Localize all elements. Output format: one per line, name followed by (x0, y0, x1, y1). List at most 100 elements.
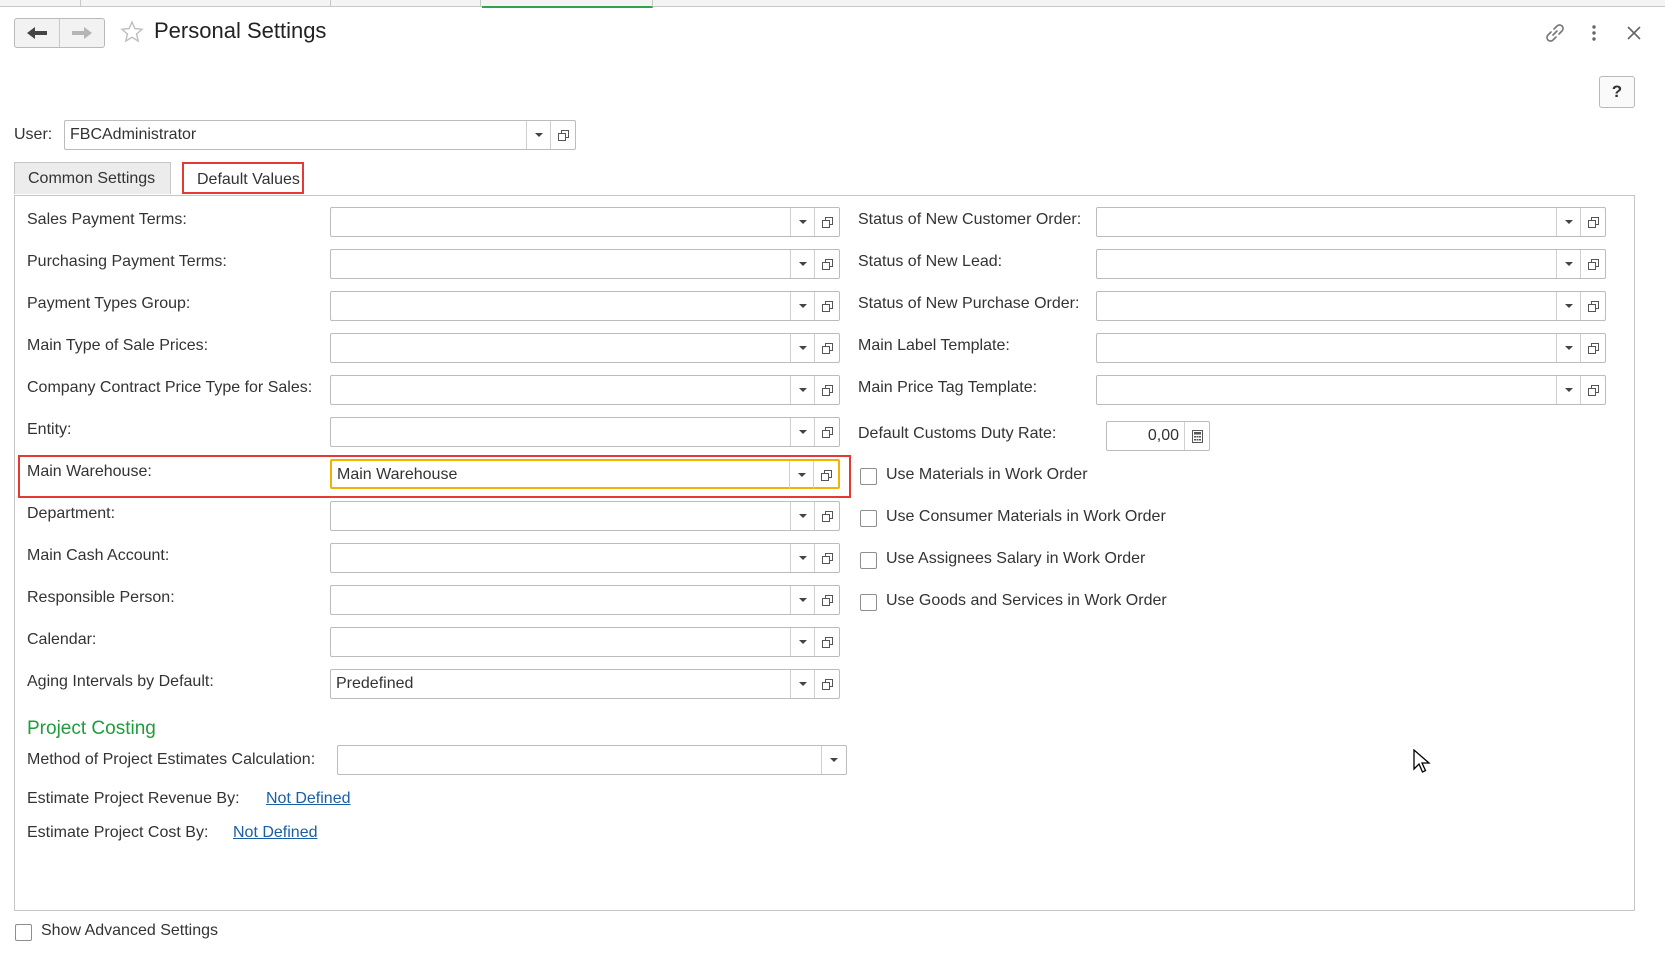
dropdown-icon[interactable] (526, 121, 551, 149)
back-button[interactable] (15, 19, 59, 47)
right-label: Status of New Lead: (858, 253, 1003, 270)
work-order-checkbox[interactable] (860, 510, 877, 527)
window-tab-active[interactable] (482, 0, 653, 8)
star-icon[interactable] (120, 20, 144, 44)
cost-link[interactable]: Not Defined (233, 824, 318, 842)
open-icon[interactable] (1580, 250, 1605, 278)
left-field[interactable] (330, 333, 840, 363)
user-value: FBCAdministrator (70, 126, 197, 143)
open-icon[interactable] (1580, 334, 1605, 362)
right-label: Main Label Template: (858, 337, 1010, 354)
page-title: Personal Settings (154, 18, 327, 43)
dropdown-icon[interactable] (790, 418, 815, 446)
user-field[interactable]: FBCAdministrator (64, 120, 576, 150)
tab-common-settings[interactable]: Common Settings (14, 162, 171, 194)
forward-button[interactable] (59, 19, 104, 47)
dropdown-icon[interactable] (1556, 376, 1581, 404)
left-field[interactable] (330, 249, 840, 279)
open-icon[interactable] (814, 418, 839, 446)
left-field[interactable] (330, 585, 840, 615)
left-field[interactable] (330, 627, 840, 657)
dropdown-icon[interactable] (790, 586, 815, 614)
advanced-label: Show Advanced Settings (41, 922, 219, 939)
right-field[interactable] (1096, 291, 1606, 321)
left-field[interactable] (330, 417, 840, 447)
open-icon[interactable] (550, 121, 575, 149)
link-icon[interactable] (1544, 22, 1566, 44)
left-field[interactable]: Predefined (330, 669, 840, 699)
right-label: Main Price Tag Template: (858, 379, 1038, 396)
dropdown-icon[interactable] (1556, 334, 1581, 362)
left-label: Aging Intervals by Default: (27, 673, 214, 690)
dropdown-icon[interactable] (1556, 250, 1581, 278)
work-order-checkbox-label: Use Materials in Work Order (886, 466, 1088, 483)
method-field[interactable] (337, 745, 847, 775)
open-icon[interactable] (814, 250, 839, 278)
left-label: Payment Types Group: (27, 295, 191, 312)
main-warehouse-highlight (18, 455, 851, 498)
right-field[interactable] (1096, 207, 1606, 237)
left-label: Responsible Person: (27, 589, 175, 606)
left-field[interactable] (330, 543, 840, 573)
left-field[interactable] (330, 291, 840, 321)
help-button[interactable]: ? (1599, 76, 1635, 108)
right-field[interactable] (1096, 375, 1606, 405)
forward-arrow-icon (72, 27, 92, 39)
dropdown-icon[interactable] (790, 208, 815, 236)
method-label: Method of Project Estimates Calculation: (27, 751, 316, 768)
work-order-checkbox-label: Use Assignees Salary in Work Order (886, 550, 1146, 567)
left-label: Entity: (27, 421, 72, 438)
open-icon[interactable] (814, 208, 839, 236)
revenue-label: Estimate Project Revenue By: (27, 790, 240, 807)
dropdown-icon[interactable] (790, 292, 815, 320)
open-icon[interactable] (1580, 208, 1605, 236)
work-order-checkbox[interactable] (860, 552, 877, 569)
open-icon[interactable] (1580, 376, 1605, 404)
work-order-checkbox-label: Use Goods and Services in Work Order (886, 592, 1167, 609)
left-label: Main Type of Sale Prices: (27, 337, 209, 354)
right-field[interactable] (1096, 333, 1606, 363)
right-label: Status of New Purchase Order: (858, 295, 1080, 312)
dropdown-icon[interactable] (790, 502, 815, 530)
customs-duty-field[interactable]: 0,00 (1106, 421, 1210, 451)
more-vert-icon[interactable] (1590, 22, 1598, 44)
dropdown-icon[interactable] (790, 250, 815, 278)
right-field[interactable] (1096, 249, 1606, 279)
left-label: Department: (27, 505, 116, 522)
dropdown-icon[interactable] (790, 628, 815, 656)
window-tab[interactable] (0, 0, 81, 6)
nav-buttons (14, 18, 105, 48)
left-label: Sales Payment Terms: (27, 211, 187, 228)
open-icon[interactable] (814, 376, 839, 404)
open-icon[interactable] (814, 628, 839, 656)
dropdown-icon[interactable] (790, 376, 815, 404)
dropdown-icon[interactable] (790, 544, 815, 572)
tab-default-values[interactable]: Default Values (182, 162, 304, 194)
open-icon[interactable] (814, 292, 839, 320)
calculator-icon[interactable] (1184, 422, 1209, 450)
open-icon[interactable] (814, 670, 839, 698)
left-field[interactable] (330, 207, 840, 237)
work-order-checkbox[interactable] (860, 594, 877, 611)
left-field[interactable] (330, 501, 840, 531)
dropdown-icon[interactable] (1556, 208, 1581, 236)
close-icon[interactable] (1626, 25, 1642, 41)
dropdown-icon[interactable] (1556, 292, 1581, 320)
open-icon[interactable] (814, 334, 839, 362)
advanced-checkbox[interactable] (15, 924, 32, 941)
open-icon[interactable] (814, 586, 839, 614)
left-field[interactable] (330, 375, 840, 405)
window-tab[interactable] (80, 0, 331, 6)
revenue-link[interactable]: Not Defined (266, 790, 351, 808)
dropdown-icon[interactable] (790, 670, 815, 698)
dropdown-icon[interactable] (821, 746, 846, 774)
work-order-checkbox-label: Use Consumer Materials in Work Order (886, 508, 1166, 525)
project-costing-heading: Project Costing (27, 718, 156, 739)
open-icon[interactable] (1580, 292, 1605, 320)
window-tab[interactable] (330, 0, 481, 6)
dropdown-icon[interactable] (790, 334, 815, 362)
open-icon[interactable] (814, 502, 839, 530)
customs-duty-label: Default Customs Duty Rate: (858, 425, 1057, 442)
work-order-checkbox[interactable] (860, 468, 877, 485)
open-icon[interactable] (814, 544, 839, 572)
